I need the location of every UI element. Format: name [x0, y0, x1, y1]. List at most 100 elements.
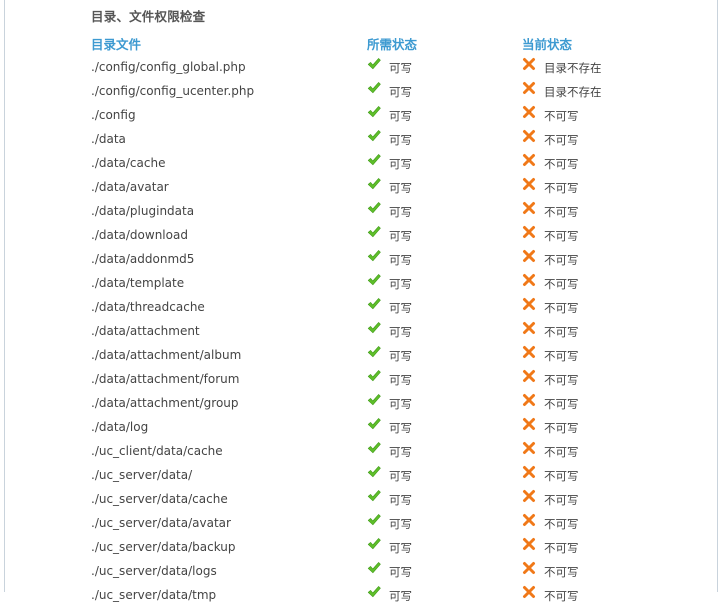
- required-status-cell: 可写: [367, 297, 517, 316]
- path-cell: ./uc_server/data/backup: [91, 540, 236, 554]
- table-row: ./data/threadcache 可写 不可写: [91, 295, 651, 319]
- required-status-cell: 可写: [367, 393, 517, 412]
- current-status-cell: 不可写: [522, 177, 672, 196]
- cross-icon: [522, 81, 536, 95]
- required-status-cell: 可写: [367, 537, 517, 556]
- cross-icon: [522, 345, 536, 359]
- path-cell: ./data/plugindata: [91, 204, 195, 218]
- required-status-cell: 可写: [367, 249, 517, 268]
- current-status-cell: 目录不存在: [522, 81, 672, 100]
- table-row: ./config/config_ucenter.php 可写 目录不存在: [91, 79, 651, 103]
- required-status-text: 可写: [389, 517, 412, 531]
- required-status-text: 可写: [389, 565, 412, 579]
- current-status-text: 不可写: [544, 493, 579, 507]
- check-icon: [367, 369, 381, 383]
- required-status-text: 可写: [389, 109, 412, 123]
- cross-icon: [522, 465, 536, 479]
- current-status-text: 不可写: [544, 373, 579, 387]
- table-row: ./data/plugindata 可写 不可写: [91, 199, 651, 223]
- table-header: 目录文件 所需状态 当前状态: [91, 31, 651, 55]
- check-icon: [367, 393, 381, 407]
- required-status-cell: 可写: [367, 321, 517, 340]
- current-status-text: 不可写: [544, 397, 579, 411]
- required-status-text: 可写: [389, 85, 412, 99]
- current-status-cell: 不可写: [522, 489, 672, 508]
- required-status-cell: 可写: [367, 585, 517, 604]
- table-row: ./config 可写 不可写: [91, 103, 651, 127]
- cross-icon: [522, 441, 536, 455]
- current-status-text: 不可写: [544, 325, 579, 339]
- check-icon: [367, 465, 381, 479]
- required-status-text: 可写: [389, 469, 412, 483]
- table-row: ./data/log 可写 不可写: [91, 415, 651, 439]
- current-status-text: 不可写: [544, 157, 579, 171]
- current-status-text: 不可写: [544, 421, 579, 435]
- table-row: ./data/avatar 可写 不可写: [91, 175, 651, 199]
- path-cell: ./data/download: [91, 228, 188, 242]
- cross-icon: [522, 561, 536, 575]
- current-status-text: 不可写: [544, 253, 579, 267]
- header-path: 目录文件: [91, 37, 142, 52]
- required-status-text: 可写: [389, 373, 412, 387]
- path-cell: ./data/attachment/album: [91, 348, 242, 362]
- table-row: ./data/download 可写 不可写: [91, 223, 651, 247]
- path-cell: ./uc_client/data/cache: [91, 444, 223, 458]
- required-status-text: 可写: [389, 493, 412, 507]
- current-status-cell: 不可写: [522, 249, 672, 268]
- cross-icon: [522, 249, 536, 263]
- path-cell: ./data/log: [91, 420, 149, 434]
- check-icon: [367, 297, 381, 311]
- path-cell: ./uc_server/data/logs: [91, 564, 217, 578]
- required-status-cell: 可写: [367, 129, 517, 148]
- required-status-cell: 可写: [367, 441, 517, 460]
- cross-icon: [522, 129, 536, 143]
- current-status-text: 不可写: [544, 541, 579, 555]
- check-icon: [367, 105, 381, 119]
- required-status-cell: 可写: [367, 465, 517, 484]
- check-icon: [367, 225, 381, 239]
- table-row: ./uc_server/data/可写 不可写: [91, 463, 651, 487]
- required-status-text: 可写: [389, 181, 412, 195]
- current-status-text: 不可写: [544, 229, 579, 243]
- current-status-text: 不可写: [544, 445, 579, 459]
- current-status-text: 不可写: [544, 205, 579, 219]
- current-status-text: 不可写: [544, 301, 579, 315]
- required-status-text: 可写: [389, 445, 412, 459]
- table-row: ./uc_server/data/tmp 可写 不可写: [91, 583, 651, 607]
- cross-icon: [522, 225, 536, 239]
- path-cell: ./data/template: [91, 276, 185, 290]
- permissions-table: 目录文件 所需状态 当前状态 ./config/config_global.ph…: [91, 31, 651, 607]
- current-status-text: 不可写: [544, 181, 579, 195]
- current-status-cell: 不可写: [522, 417, 672, 436]
- check-icon: [367, 129, 381, 143]
- table-row: ./uc_server/data/backup 可写 不可写: [91, 535, 651, 559]
- current-status-cell: 不可写: [522, 273, 672, 292]
- cross-icon: [522, 297, 536, 311]
- cross-icon: [522, 393, 536, 407]
- required-status-cell: 可写: [367, 201, 517, 220]
- required-status-cell: 可写: [367, 345, 517, 364]
- required-status-text: 可写: [389, 301, 412, 315]
- current-status-cell: 不可写: [522, 153, 672, 172]
- cross-icon: [522, 489, 536, 503]
- current-status-cell: 不可写: [522, 513, 672, 532]
- check-icon: [367, 201, 381, 215]
- current-status-cell: 不可写: [522, 321, 672, 340]
- path-cell: ./data: [91, 132, 126, 146]
- required-status-cell: 可写: [367, 225, 517, 244]
- check-icon: [367, 81, 381, 95]
- check-icon: [367, 537, 381, 551]
- path-cell: ./uc_server/data/tmp: [91, 588, 217, 602]
- current-status-cell: 不可写: [522, 561, 672, 580]
- current-status-cell: 不可写: [522, 441, 672, 460]
- cross-icon: [522, 201, 536, 215]
- check-icon: [367, 57, 381, 71]
- current-status-text: 不可写: [544, 517, 579, 531]
- content-panel: 目录、文件权限检查 目录文件 所需状态 当前状态 ./config/config…: [4, 0, 718, 603]
- required-status-cell: 可写: [367, 489, 517, 508]
- current-status-text: 不可写: [544, 469, 579, 483]
- current-status-cell: 不可写: [522, 369, 672, 388]
- current-status-cell: 不可写: [522, 225, 672, 244]
- required-status-cell: 可写: [367, 561, 517, 580]
- current-status-text: 目录不存在: [544, 85, 602, 99]
